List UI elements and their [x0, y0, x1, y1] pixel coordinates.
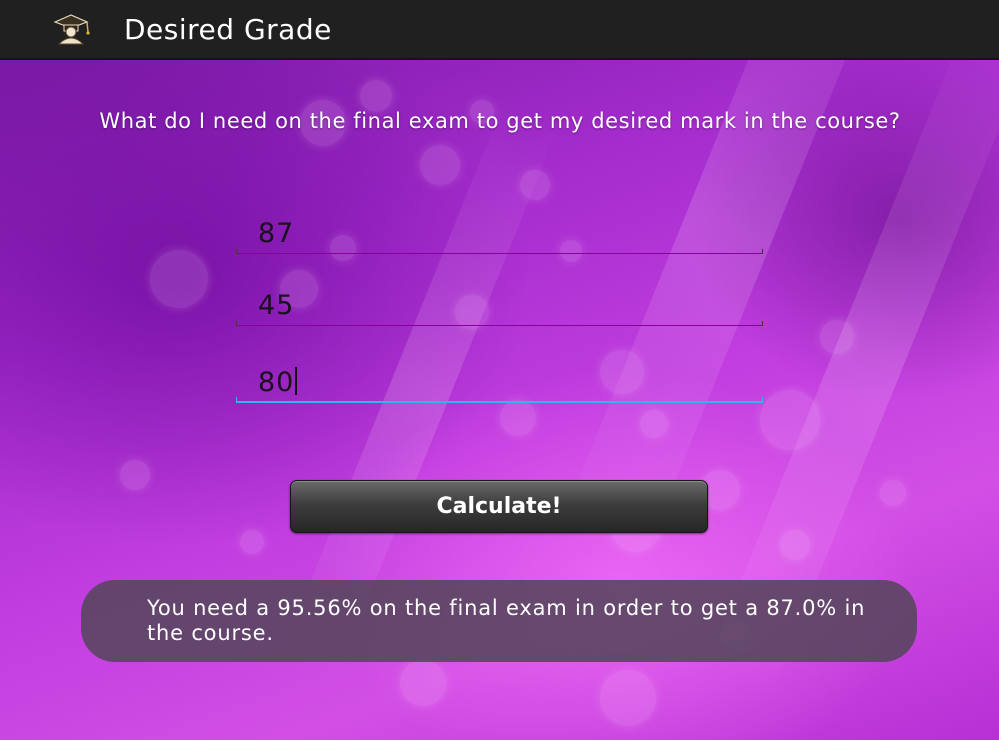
desired-mark-value: 87: [258, 218, 295, 249]
bokeh-bubble: [520, 170, 550, 200]
field-underline-focused: [236, 397, 763, 403]
desired-mark-field[interactable]: 87: [236, 212, 763, 254]
bokeh-bubble: [760, 390, 820, 450]
bokeh-bubble: [360, 80, 392, 112]
bokeh-bubble: [880, 480, 906, 506]
bokeh-bubble: [820, 320, 854, 354]
field-underline: [236, 249, 763, 254]
bokeh-bubble: [420, 145, 460, 185]
bokeh-bubble: [780, 530, 810, 560]
field-underline: [236, 321, 763, 326]
bokeh-bubble: [600, 670, 656, 726]
current-mark-field[interactable]: 45: [236, 284, 763, 326]
bokeh-bubble: [640, 410, 668, 438]
bokeh-bubble: [400, 660, 446, 706]
bokeh-bubble: [500, 400, 536, 436]
current-mark-value: 45: [258, 290, 295, 321]
final-exam-weight-value: 80: [258, 367, 298, 398]
action-bar: Desired Grade: [0, 0, 999, 60]
question-text: What do I need on the final exam to get …: [99, 109, 901, 133]
result-panel: You need a 95.56% on the final exam in o…: [81, 580, 917, 662]
app-title: Desired Grade: [124, 12, 332, 46]
text-cursor: [295, 367, 298, 395]
app-screen: Desired Grade What do I need on the fina…: [0, 0, 999, 740]
final-exam-weight-field[interactable]: 80: [236, 361, 763, 403]
bokeh-bubble: [240, 530, 264, 554]
graduate-app-icon[interactable]: [48, 11, 94, 47]
calculate-button[interactable]: Calculate!: [290, 480, 708, 533]
bokeh-bubble: [150, 250, 208, 308]
bokeh-bubble: [120, 460, 150, 490]
result-text: You need a 95.56% on the final exam in o…: [147, 596, 866, 645]
